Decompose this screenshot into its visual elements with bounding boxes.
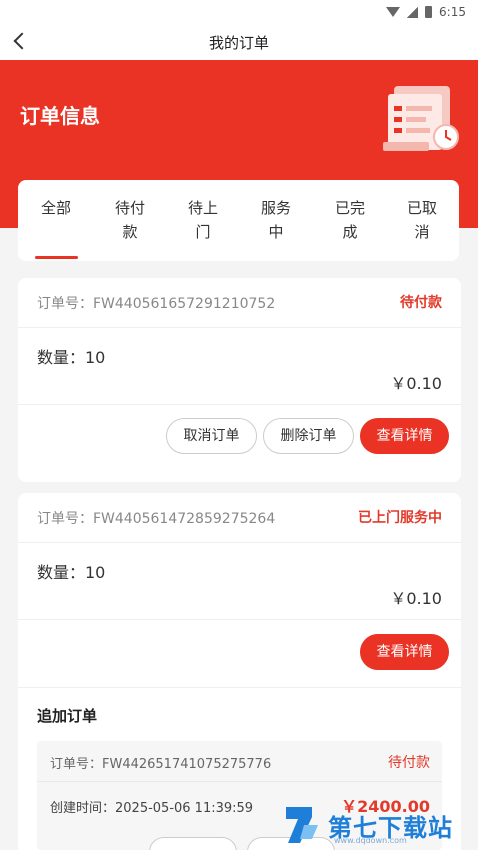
back-icon[interactable] — [13, 32, 31, 50]
delete-order-button[interactable]: 删除订单 — [263, 418, 354, 454]
order-header: 订单号：FW440561657291210752 待付款 — [18, 278, 461, 328]
tab-pending-visit[interactable]: 待上 门 — [175, 196, 231, 244]
order-status: 待付款 — [400, 295, 442, 311]
watermark-url: www.dqdown.com — [334, 836, 407, 845]
view-details-button[interactable]: 查看详情 — [360, 634, 449, 670]
order-quantity: 数量：10 — [37, 348, 106, 367]
order-header: 订单号：FW440561472859275264 已上门服务中 — [18, 493, 461, 543]
divider — [18, 687, 461, 688]
hero-title: 订单信息 — [20, 104, 100, 128]
divider — [18, 404, 461, 405]
order-number: 订单号：FW440561657291210752 — [37, 296, 276, 312]
divider — [18, 619, 461, 620]
order-quantity: 数量：10 — [37, 563, 106, 582]
divider — [37, 781, 442, 782]
watermark: 第七下载站 www.dqdown.com — [282, 800, 478, 850]
tab-all[interactable]: 全部 — [28, 196, 84, 220]
order-card: 订单号：FW440561472859275264 已上门服务中 数量：10 ￥0… — [18, 493, 461, 850]
order-status: 已上门服务中 — [358, 510, 442, 526]
status-bar: 6:15 — [0, 0, 478, 24]
receipt-illustration-icon — [383, 86, 459, 151]
tab-in-service[interactable]: 服务 中 — [248, 196, 304, 244]
page-title: 我的订单 — [208, 33, 269, 52]
additional-order-created-time: 创建时间：2025-05-06 11:39:59 — [50, 801, 254, 816]
status-time: 6:15 — [439, 5, 466, 19]
cancel-order-button[interactable]: 取消订单 — [166, 418, 257, 454]
wifi-icon — [386, 7, 401, 17]
order-tabs: 全部 待付 款 待上 门 服务 中 已完 成 已取 消 — [18, 180, 459, 261]
tab-completed[interactable]: 已完 成 — [322, 196, 378, 244]
additional-order-status: 待付款 — [388, 755, 430, 771]
watermark-logo-icon — [286, 807, 318, 843]
nav-bar: 我的订单 — [0, 24, 478, 60]
tab-pending-payment[interactable]: 待付 款 — [102, 196, 158, 244]
tab-cancelled[interactable]: 已取 消 — [394, 196, 450, 244]
order-number: 订单号：FW440561472859275264 — [37, 511, 276, 527]
signal-icon — [407, 6, 419, 18]
active-tab-indicator — [35, 256, 78, 259]
order-price: ￥0.10 — [390, 589, 442, 608]
additional-order-number: 订单号：FW442651741075275776 — [50, 757, 272, 772]
additional-order-title: 追加订单 — [37, 707, 98, 725]
battery-icon — [425, 6, 433, 18]
order-price: ￥0.10 — [390, 374, 442, 393]
order-card: 订单号：FW440561657291210752 待付款 数量：10 ￥0.10… — [18, 278, 461, 482]
additional-order-button[interactable] — [149, 837, 237, 850]
view-details-button[interactable]: 查看详情 — [360, 418, 449, 454]
